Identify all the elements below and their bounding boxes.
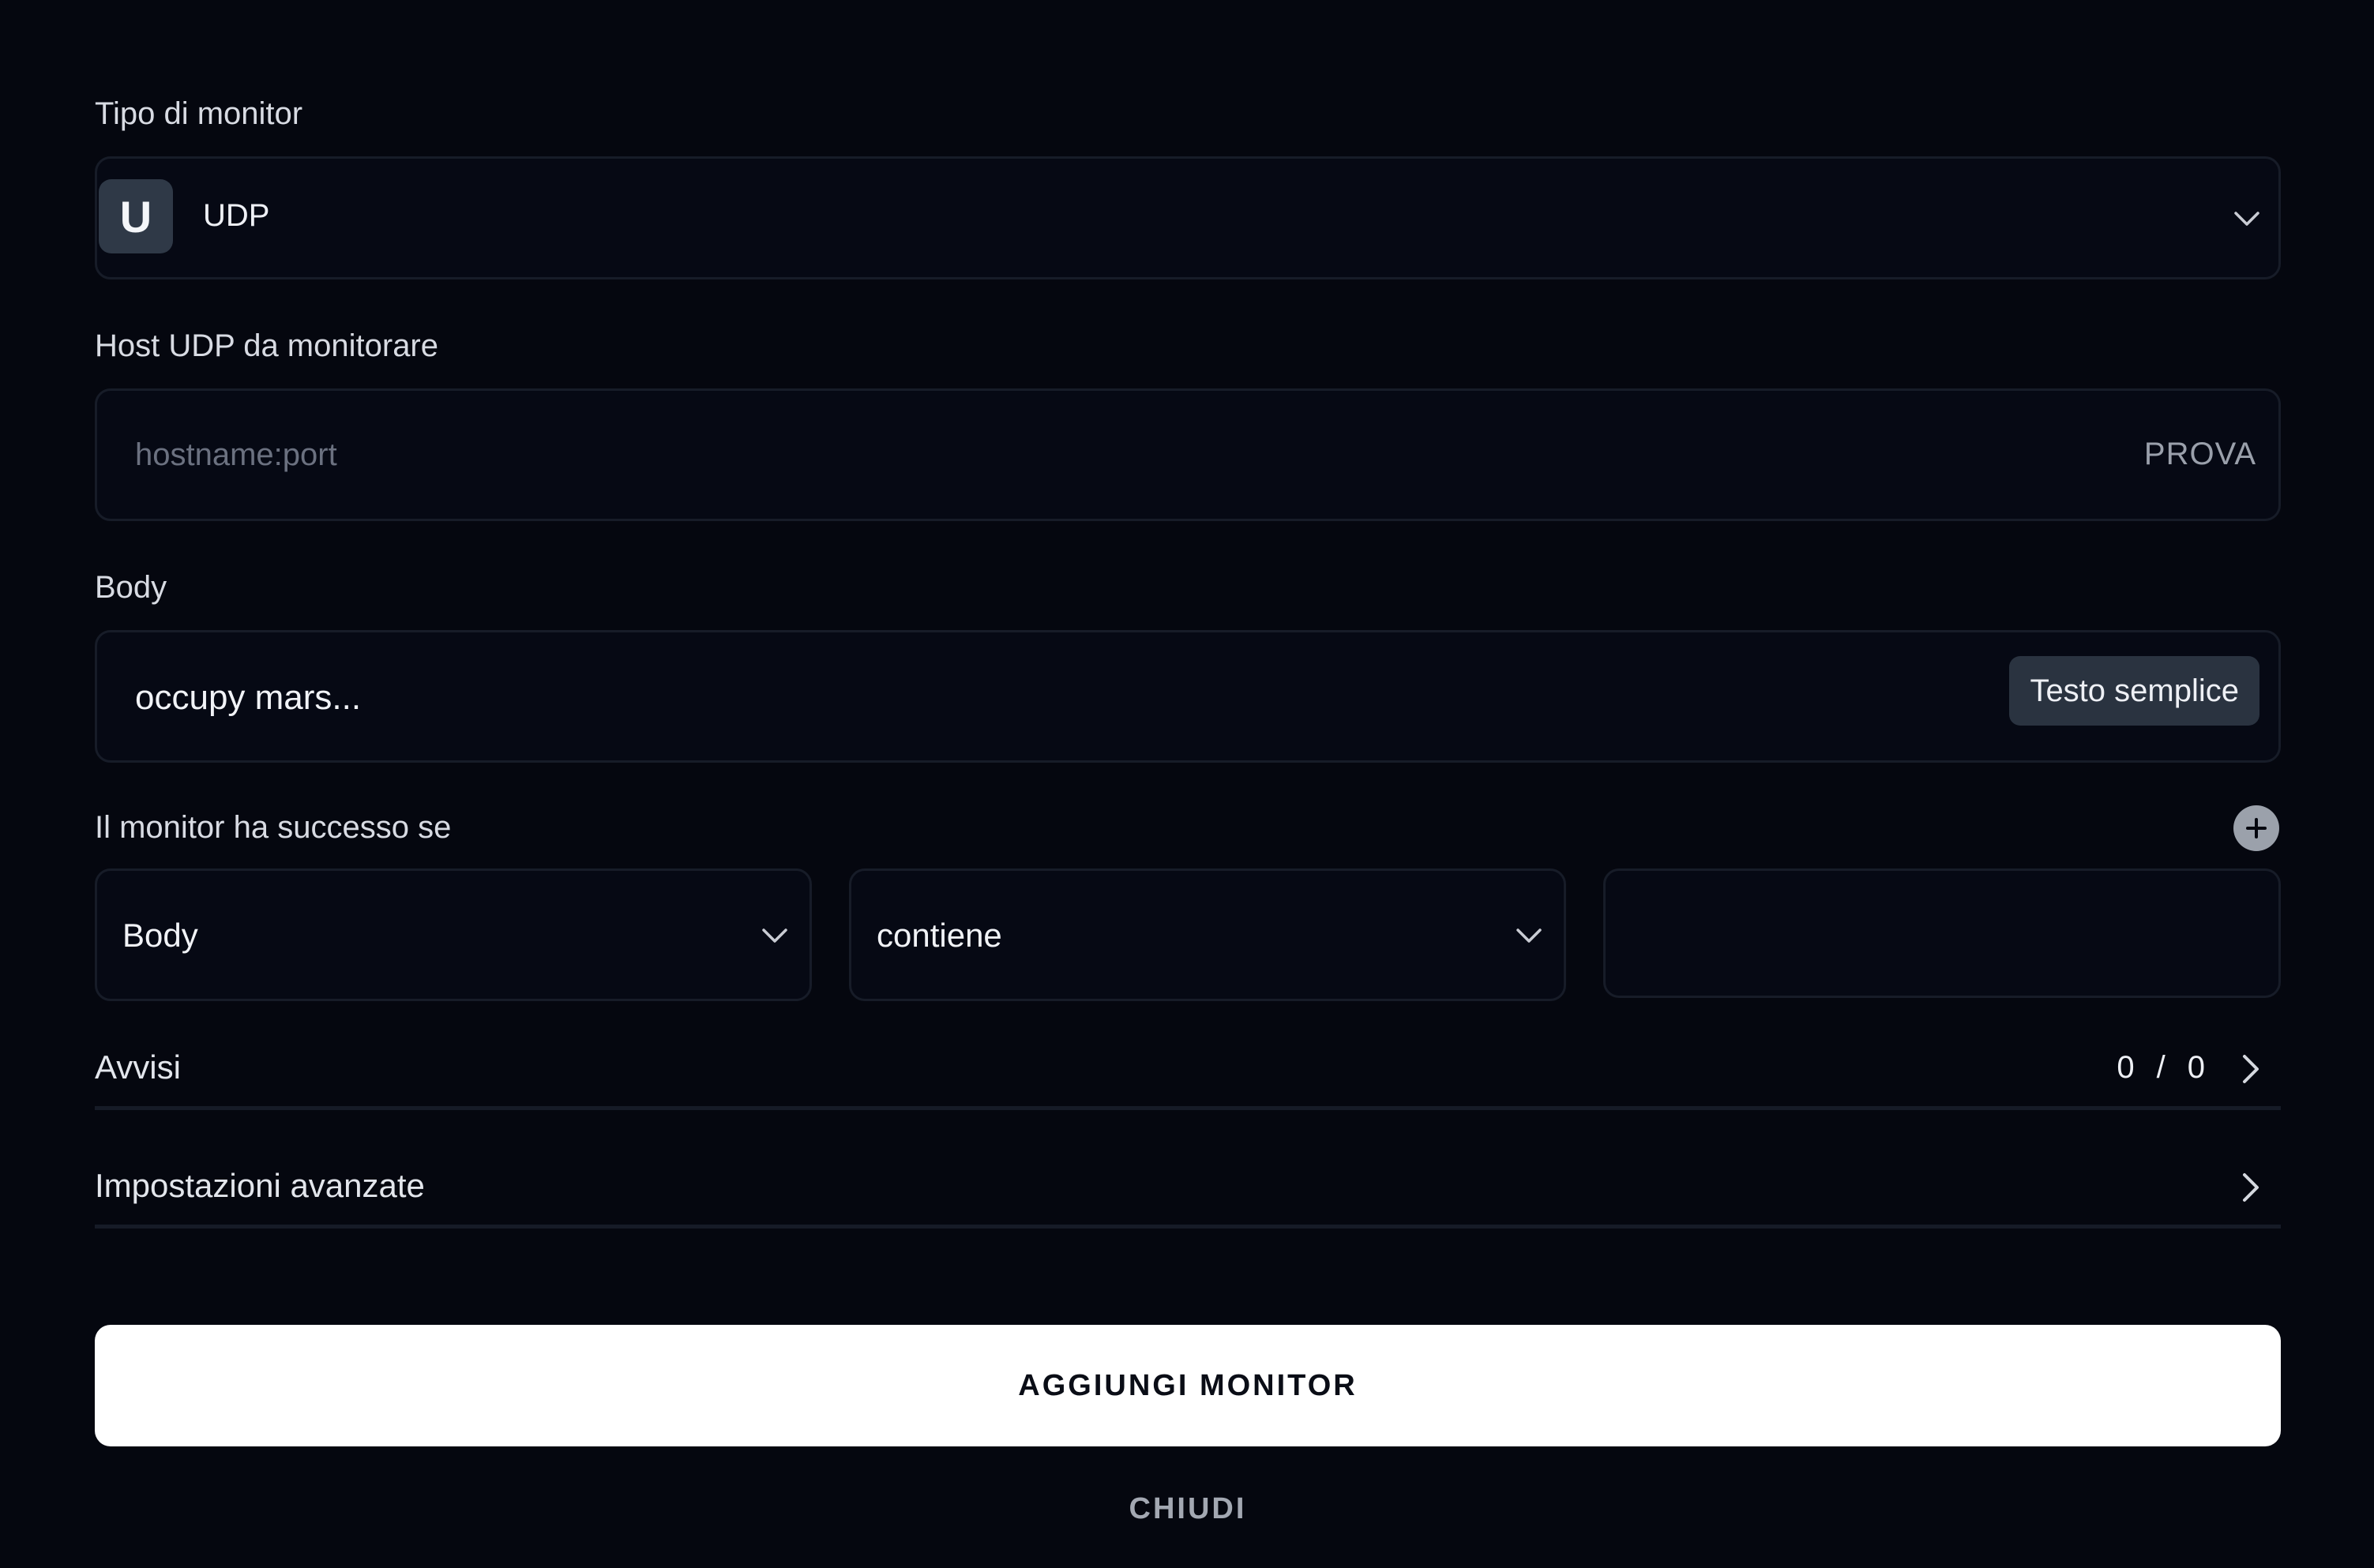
plain-text-mode-button[interactable]: Testo semplice bbox=[2009, 656, 2259, 726]
monitor-type-select[interactable]: U UDP bbox=[95, 156, 2281, 279]
advanced-settings-label: Impostazioni avanzate bbox=[95, 1167, 425, 1204]
body-label: Body bbox=[95, 570, 167, 605]
condition-field-select[interactable]: Body bbox=[95, 868, 812, 1001]
host-field: PROVA bbox=[95, 388, 2281, 521]
alerts-count-separator: / bbox=[2156, 1050, 2166, 1085]
add-monitor-button[interactable]: AGGIUNGI MONITOR bbox=[95, 1325, 2281, 1446]
alerts-count: 0 / 0 bbox=[2117, 1050, 2205, 1086]
condition-value-input[interactable] bbox=[1603, 868, 2281, 998]
body-value: occupy mars... bbox=[135, 678, 362, 717]
divider bbox=[95, 1106, 2281, 1110]
add-condition-button[interactable] bbox=[2233, 805, 2279, 851]
host-input[interactable] bbox=[135, 391, 2030, 519]
condition-field-value: Body bbox=[122, 917, 198, 954]
monitor-type-label: Tipo di monitor bbox=[95, 96, 303, 131]
alerts-label: Avvisi bbox=[95, 1048, 181, 1086]
alerts-row[interactable]: Avvisi 0 / 0 bbox=[95, 1031, 2281, 1110]
condition-operator-value: contiene bbox=[877, 917, 1002, 954]
chevron-down-icon bbox=[1513, 920, 1545, 951]
chevron-right-icon bbox=[2237, 1053, 2265, 1085]
chevron-right-icon bbox=[2237, 1172, 2265, 1203]
host-label: Host UDP da monitorare bbox=[95, 328, 438, 363]
plus-icon bbox=[2246, 818, 2267, 838]
chevron-down-icon bbox=[2231, 203, 2263, 234]
monitor-type-value: UDP bbox=[203, 198, 270, 233]
test-button[interactable]: PROVA bbox=[2144, 437, 2256, 472]
close-button[interactable]: CHIUDI bbox=[95, 1492, 2281, 1540]
body-field[interactable]: occupy mars... Testo semplice bbox=[95, 630, 2281, 763]
chevron-down-icon bbox=[759, 920, 791, 951]
alerts-total-count: 0 bbox=[2187, 1050, 2205, 1085]
condition-operator-select[interactable]: contiene bbox=[849, 868, 1566, 1001]
alerts-active-count: 0 bbox=[2117, 1050, 2135, 1085]
divider bbox=[95, 1225, 2281, 1229]
advanced-settings-row[interactable]: Impostazioni avanzate bbox=[95, 1150, 2281, 1229]
monitor-type-badge: U bbox=[99, 179, 173, 253]
success-condition-label: Il monitor ha successo se bbox=[95, 810, 452, 845]
